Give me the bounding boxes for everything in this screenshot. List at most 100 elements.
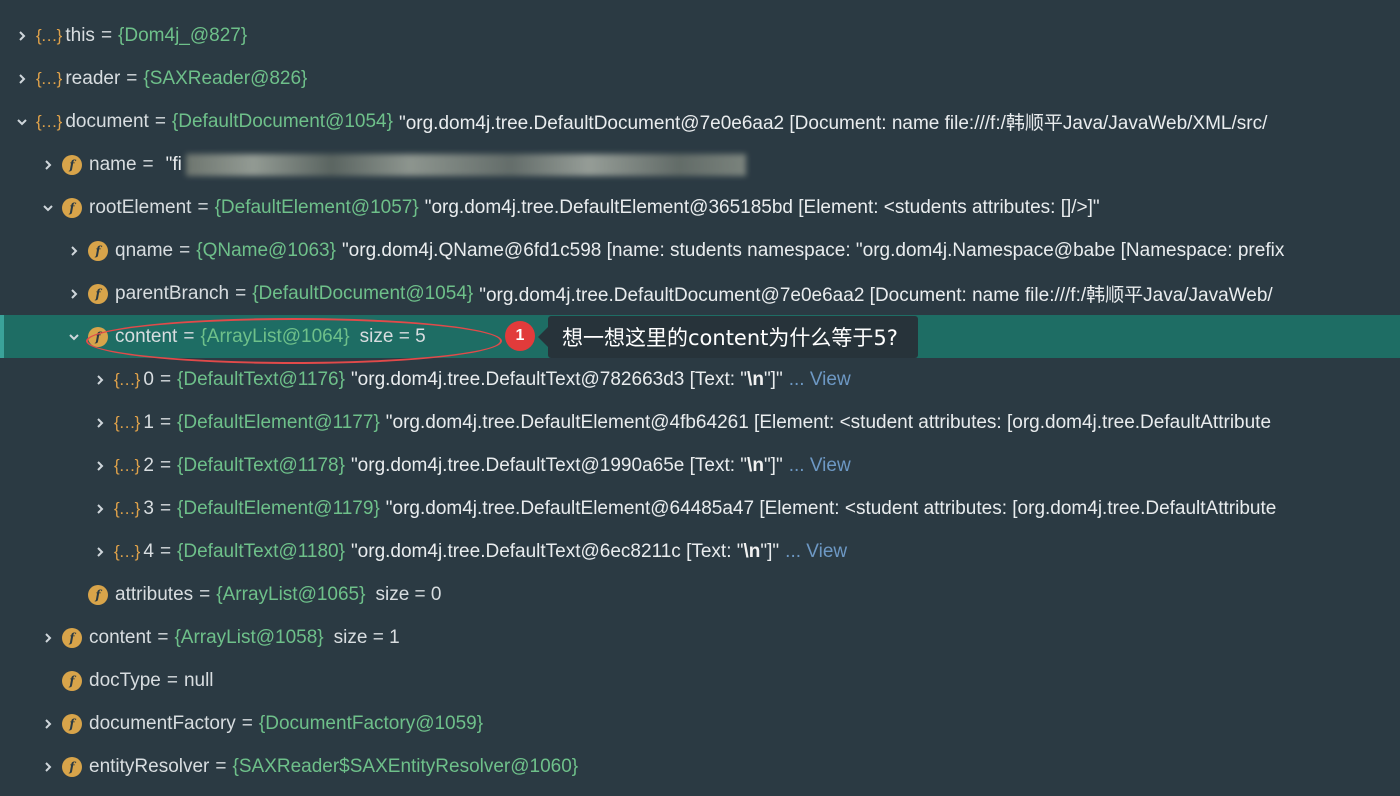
equals-sign: =: [159, 454, 172, 476]
variable-reference: {DefaultText@1180}: [177, 540, 345, 562]
variable-name: 0: [143, 368, 154, 390]
chevron-right-icon[interactable]: [14, 71, 30, 87]
field-icon: f: [88, 283, 108, 304]
chevron-right-icon[interactable]: [92, 544, 108, 560]
variable-name: this: [65, 24, 95, 46]
object-icon: {…}: [114, 455, 140, 475]
variable-row[interactable]: f attributes = {ArrayList@1065} size = 0: [0, 573, 1400, 616]
field-icon: f: [62, 713, 82, 734]
equals-sign: =: [235, 282, 247, 304]
variable-row[interactable]: f rootElement = {DefaultElement@1057} "org.d…: [0, 186, 1400, 229]
variable-reference: {DefaultDocument@1054}: [171, 110, 393, 132]
annotation-callout: 想一想这里的content为什么等于5?: [538, 316, 918, 358]
equals-sign: =: [159, 411, 172, 433]
chevron-down-icon[interactable]: [66, 329, 82, 345]
variable-name: document: [65, 110, 149, 132]
variable-name: 2: [143, 454, 154, 476]
variable-row[interactable]: f documentFactory = {DocumentFactory@1059}: [0, 702, 1400, 745]
object-icon: {…}: [36, 111, 62, 131]
variable-string-value: "org.dom4j.QName@6fd1c598 [name: student…: [341, 239, 1285, 261]
equals-sign: =: [183, 325, 195, 347]
chevron-right-icon[interactable]: [66, 243, 82, 259]
variable-reference: {DefaultDocument@1054}: [252, 282, 474, 304]
object-icon: {…}: [114, 498, 140, 518]
equals-sign: =: [215, 755, 227, 777]
variable-name: 1: [143, 411, 154, 433]
variable-value: null: [183, 669, 214, 691]
variable-row[interactable]: {…} document = {DefaultDocument@1054} "org.d…: [0, 100, 1400, 143]
variable-reference: {ArrayList@1065}: [216, 583, 366, 605]
field-icon: f: [88, 326, 108, 347]
variable-reference: {DefaultText@1176}: [177, 368, 345, 390]
variable-row[interactable]: {…} reader = {SAXReader@826}: [0, 57, 1400, 100]
variable-string-value: "org.dom4j.tree.DefaultText@782663d3 [Te…: [350, 368, 748, 390]
variable-reference: {DefaultElement@1057}: [214, 196, 419, 218]
variable-reference: {ArrayList@1064}: [200, 325, 350, 347]
object-icon: {…}: [36, 25, 62, 45]
equals-sign: =: [159, 368, 172, 390]
chevron-right-icon[interactable]: [14, 28, 30, 44]
chevron-down-icon[interactable]: [40, 200, 56, 216]
variable-row[interactable]: {…} this = {Dom4j_@827}: [0, 14, 1400, 57]
equals-sign: =: [126, 67, 138, 89]
variable-row[interactable]: f content = {ArrayList@1058} size = 1: [0, 616, 1400, 659]
variable-reference: {DocumentFactory@1059}: [258, 712, 484, 734]
variable-reference: {SAXReader$SAXEntityResolver@1060}: [232, 755, 579, 777]
variable-string-value: "org.dom4j.tree.DefaultText@6ec8211c [Te…: [350, 540, 744, 562]
chevron-right-icon[interactable]: [40, 630, 56, 646]
variable-row[interactable]: f parentBranch = {DefaultDocument@1054} "org…: [0, 272, 1400, 315]
variable-reference: {Dom4j_@827}: [118, 24, 248, 46]
variable-reference: {DefaultText@1178}: [177, 454, 345, 476]
variable-row[interactable]: f docType = null: [0, 659, 1400, 702]
collection-size: size = 5: [359, 325, 426, 347]
debugger-variables-tree[interactable]: {…} this = {Dom4j_@827} {…} reader = {SAXReader…: [0, 0, 1400, 796]
variable-name: docType: [89, 669, 161, 691]
field-icon: f: [62, 154, 82, 175]
field-icon: f: [62, 670, 82, 691]
equals-sign: =: [157, 626, 169, 648]
field-icon: f: [88, 240, 108, 261]
variable-name: parentBranch: [115, 282, 230, 304]
variable-string-value: "fi: [165, 153, 182, 175]
variable-name: 4: [143, 540, 154, 562]
chevron-down-icon[interactable]: [14, 114, 30, 130]
chevron-right-icon[interactable]: [40, 157, 56, 173]
field-icon: f: [62, 756, 82, 777]
view-link[interactable]: ... View: [785, 541, 847, 563]
variable-reference: {DefaultElement@1177}: [177, 411, 380, 433]
chevron-right-icon[interactable]: [40, 716, 56, 732]
equals-sign: =: [179, 239, 191, 261]
variable-name: content: [89, 626, 152, 648]
variable-name: documentFactory: [89, 712, 236, 734]
object-icon: {…}: [114, 541, 140, 561]
equals-sign: =: [154, 110, 166, 132]
collection-size: size = 1: [333, 626, 400, 648]
chevron-right-icon[interactable]: [92, 458, 108, 474]
variable-name: attributes: [115, 583, 194, 605]
variable-name: name: [89, 153, 137, 175]
variable-name: entityResolver: [89, 755, 210, 777]
variable-row[interactable]: {…} 2 = {DefaultText@1178} "org.dom4j.tree.D…: [0, 444, 1400, 487]
equals-sign: =: [166, 669, 178, 691]
chevron-right-icon[interactable]: [92, 372, 108, 388]
variable-reference: {ArrayList@1058}: [174, 626, 324, 648]
variable-row[interactable]: f qname = {QName@1063} "org.dom4j.QName@6fd1…: [0, 229, 1400, 272]
object-icon: {…}: [36, 68, 62, 88]
variable-row[interactable]: {…} 0 = {DefaultText@1176} "org.dom4j.tree.D…: [0, 358, 1400, 401]
equals-sign: =: [199, 583, 211, 605]
variable-name: rootElement: [89, 196, 192, 218]
chevron-right-icon[interactable]: [66, 286, 82, 302]
variable-string-value: "org.dom4j.tree.DefaultDocument@7e0e6aa2…: [398, 113, 1268, 134]
chevron-right-icon[interactable]: [92, 415, 108, 431]
equals-sign: =: [241, 712, 253, 734]
view-link[interactable]: ... View: [789, 369, 851, 391]
variable-row[interactable]: f name = "fi: [0, 143, 1400, 186]
escape-sequence: \n: [743, 540, 761, 562]
view-link[interactable]: ... View: [789, 455, 851, 477]
chevron-right-icon[interactable]: [40, 759, 56, 775]
chevron-right-icon[interactable]: [92, 501, 108, 517]
variable-row[interactable]: {…} 3 = {DefaultElement@1179} "org.dom4j.tre…: [0, 487, 1400, 530]
variable-row[interactable]: {…} 4 = {DefaultText@1180} "org.dom4j.tree.D…: [0, 530, 1400, 573]
variable-row[interactable]: f entityResolver = {SAXReader$SAXEntityReso…: [0, 745, 1400, 788]
variable-row[interactable]: {…} 1 = {DefaultElement@1177} "org.dom4j.tre…: [0, 401, 1400, 444]
